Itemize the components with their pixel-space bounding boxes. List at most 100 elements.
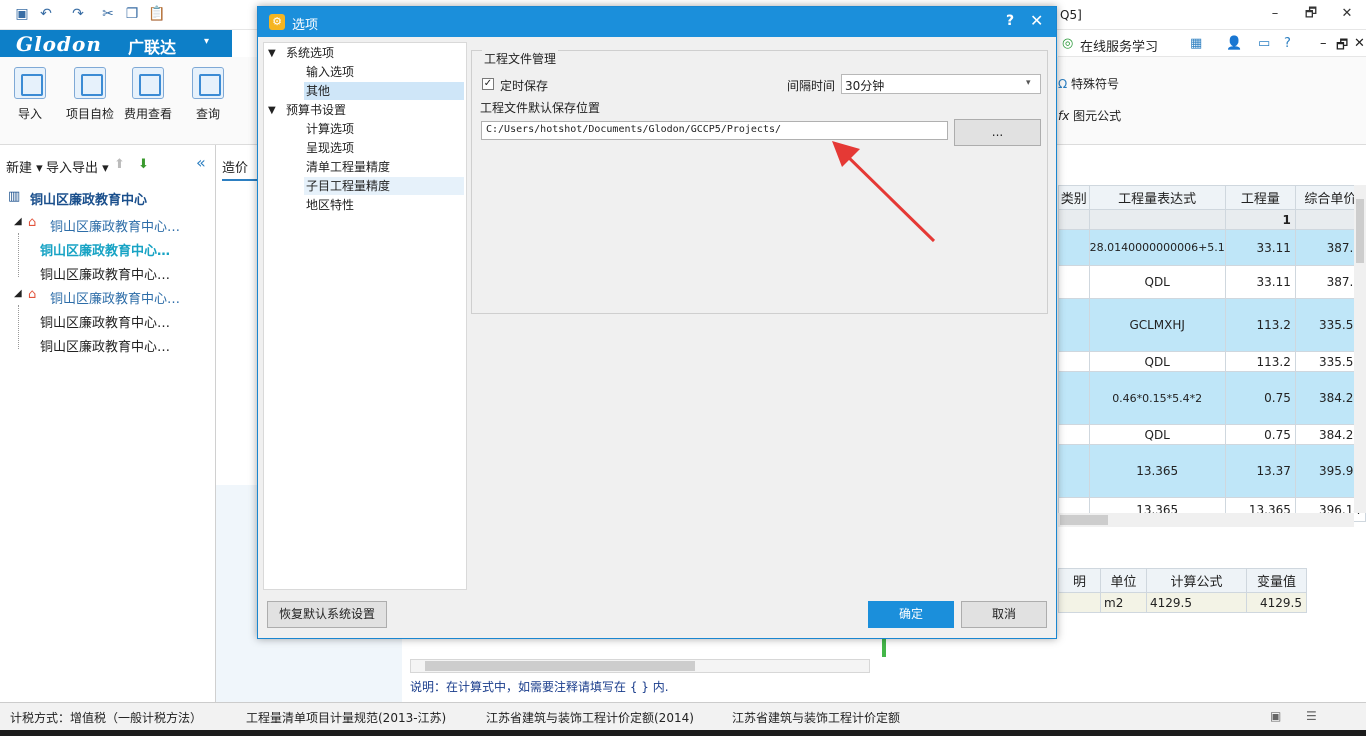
status-quota[interactable]: 江苏省建筑与装饰工程计价定额(2014) xyxy=(486,709,694,726)
table-vscroll-thumb[interactable] xyxy=(1356,199,1364,263)
cell-expr[interactable]: QDL xyxy=(1088,351,1226,372)
import-export-button[interactable]: 导入导出 ▾ xyxy=(46,157,109,176)
tree-calc-options[interactable]: 计算选项 xyxy=(306,120,354,138)
redo-icon[interactable]: ↷ xyxy=(70,6,86,22)
var-cell-name[interactable] xyxy=(1058,592,1101,613)
undo-icon[interactable]: ↶ xyxy=(38,6,54,22)
ribbon-restore-icon[interactable]: 🗗 xyxy=(1336,36,1348,58)
cell-qty[interactable]: 33.11 xyxy=(1224,265,1296,299)
tab-cost[interactable]: 造价 xyxy=(222,157,258,181)
scrollbar-thumb[interactable] xyxy=(425,661,695,671)
copy-icon[interactable]: ❐ xyxy=(124,6,140,22)
tree-display-options[interactable]: 呈现选项 xyxy=(306,139,354,157)
cell-expr[interactable]: 13.365 xyxy=(1088,444,1226,498)
restore-button[interactable]: 🗗 xyxy=(1298,4,1324,24)
save-icon[interactable]: ▣ xyxy=(14,6,30,22)
tree-other[interactable]: 其他 xyxy=(304,82,464,100)
tree-region[interactable]: 地区特性 xyxy=(306,196,354,214)
ribbon-minimize-icon[interactable]: – xyxy=(1320,36,1327,51)
ok-button[interactable]: 确定 xyxy=(868,601,954,628)
ribbon-close-icon[interactable]: ✕ xyxy=(1354,36,1365,51)
autosave-checkbox[interactable]: ✓ xyxy=(482,78,494,90)
table-row[interactable]: QDL 0.75 384.24 xyxy=(1058,424,1366,445)
table-row[interactable]: 28.0140000000006+5.1 33.11 387.2 xyxy=(1058,229,1366,266)
expand-icon[interactable]: ◢ xyxy=(14,288,22,299)
online-service-link[interactable]: 在线服务学习 xyxy=(1080,36,1158,55)
fee-view-button[interactable]: 费用查看 xyxy=(122,67,174,122)
tree-node-unit-1[interactable]: 铜山区廉政教育中心… xyxy=(50,216,180,235)
cell-qty[interactable]: 1 xyxy=(1224,209,1296,230)
special-symbol-button[interactable]: Ω 特殊符号 xyxy=(1058,75,1138,92)
col-header-expr[interactable]: 工程量表达式 xyxy=(1088,185,1226,210)
tree-node[interactable]: 铜山区廉政教育中心… xyxy=(40,336,170,355)
query-button[interactable]: 查询 xyxy=(188,67,228,122)
var-cell-value[interactable]: 4129.5 xyxy=(1246,592,1307,613)
table-row[interactable]: 0.46*0.15*5.4*2 0.75 384.24 xyxy=(1058,371,1366,425)
paste-icon[interactable]: 📋 xyxy=(148,6,165,22)
import-button[interactable]: 导入 xyxy=(10,67,50,122)
project-root[interactable]: 铜山区廉政教育中心 xyxy=(30,189,147,208)
table-row[interactable]: m2 4129.5 4129.5 xyxy=(1058,592,1307,613)
tree-node[interactable]: 铜山区廉政教育中心… xyxy=(40,264,170,283)
tree-system-options[interactable]: 系统选项 xyxy=(286,44,334,62)
dialog-close-button[interactable]: ✕ xyxy=(1030,11,1043,30)
unit-formula-button[interactable]: fx 图元公式 xyxy=(1058,107,1138,124)
restore-defaults-button[interactable]: 恢复默认系统设置 xyxy=(267,601,387,628)
cell-qty[interactable]: 0.75 xyxy=(1224,424,1296,445)
user-icon[interactable]: 👤 xyxy=(1226,36,1242,51)
collapse-icon[interactable]: ▼ xyxy=(268,102,276,120)
brand-bar[interactable]: Glodon 广联达 ▾ xyxy=(0,30,232,57)
interval-select[interactable]: 30分钟 ▾ xyxy=(841,74,1041,94)
cell-expr[interactable]: 28.0140000000006+5.1 xyxy=(1088,229,1226,266)
cell-qty[interactable]: 33.11 xyxy=(1224,229,1296,266)
help-icon[interactable]: ? xyxy=(1284,36,1291,51)
table-row[interactable]: QDL 33.11 387.2 xyxy=(1058,265,1366,299)
chevron-down-icon[interactable]: ▾ xyxy=(204,36,209,47)
status-tax[interactable]: 计税方式：增值税（一般计税方法） xyxy=(10,709,202,726)
tree-node[interactable]: 铜山区廉政教育中心… xyxy=(40,312,170,331)
tree-node-selected[interactable]: 铜山区廉政教育中心… xyxy=(40,240,170,259)
col-header-qty[interactable]: 工程量 xyxy=(1224,185,1296,210)
cell-expr[interactable]: 0.46*0.15*5.4*2 xyxy=(1088,371,1226,425)
table-vscroll[interactable] xyxy=(1354,185,1366,513)
table-row[interactable]: QDL 113.2 335.52 xyxy=(1058,351,1366,372)
list-view-icon[interactable]: ☰ xyxy=(1306,709,1317,723)
self-check-button[interactable]: 项目自检 xyxy=(62,67,118,122)
message-icon[interactable]: ▭ xyxy=(1258,36,1270,51)
collapse-panel-icon[interactable]: « xyxy=(196,153,206,172)
cell-expr[interactable]: QDL xyxy=(1088,265,1226,299)
collapse-icon[interactable]: ▼ xyxy=(268,45,276,63)
cell-qty[interactable]: 0.75 xyxy=(1224,371,1296,425)
move-down-icon[interactable]: ⬇ xyxy=(138,157,149,172)
tree-bill-precision[interactable]: 清单工程量精度 xyxy=(306,158,390,176)
layout-icon[interactable]: ▦ xyxy=(1190,36,1202,51)
tree-node-unit-2[interactable]: 铜山区廉政教育中心… xyxy=(50,288,180,307)
browse-button[interactable]: ... xyxy=(954,119,1041,146)
horizontal-scrollbar[interactable] xyxy=(410,659,870,673)
dialog-titlebar[interactable]: ⚙ 选项 ? ✕ xyxy=(258,7,1056,37)
var-cell-unit[interactable]: m2 xyxy=(1100,592,1147,613)
cell-qty[interactable]: 13.37 xyxy=(1224,444,1296,498)
table-row[interactable]: GCLMXHJ 113.2 335.52 xyxy=(1058,298,1366,352)
cell-qty[interactable]: 113.2 xyxy=(1224,351,1296,372)
dialog-help-button[interactable]: ? xyxy=(1006,13,1014,29)
var-cell-formula[interactable]: 4129.5 xyxy=(1146,592,1247,613)
cell-expr[interactable]: GCLMXHJ xyxy=(1088,298,1226,352)
table-row[interactable]: 13.365 13.37 395.99 xyxy=(1058,444,1366,498)
new-button[interactable]: 新建 ▾ xyxy=(6,157,43,176)
status-quota2[interactable]: 江苏省建筑与装饰工程计价定额 xyxy=(732,709,900,726)
view-toggle-icon[interactable]: ▣ xyxy=(1270,709,1281,723)
tree-budget-settings[interactable]: 预算书设置 xyxy=(286,101,346,119)
cell-expr[interactable]: QDL xyxy=(1088,424,1226,445)
expand-icon[interactable]: ◢ xyxy=(14,216,22,227)
table-hscroll[interactable] xyxy=(1058,513,1354,527)
tree-input-options[interactable]: 输入选项 xyxy=(306,63,354,81)
close-app-button[interactable]: ✕ xyxy=(1334,4,1360,24)
col-header-type[interactable]: 类别 xyxy=(1058,185,1090,210)
minimize-button[interactable]: – xyxy=(1262,4,1288,24)
status-spec[interactable]: 工程量清单项目计量规范(2013-江苏) xyxy=(246,709,446,726)
cut-icon[interactable]: ✂ xyxy=(100,6,116,22)
tree-item-precision[interactable]: 子目工程量精度 xyxy=(304,177,464,195)
cell-qty[interactable]: 113.2 xyxy=(1224,298,1296,352)
cancel-button[interactable]: 取消 xyxy=(961,601,1047,628)
